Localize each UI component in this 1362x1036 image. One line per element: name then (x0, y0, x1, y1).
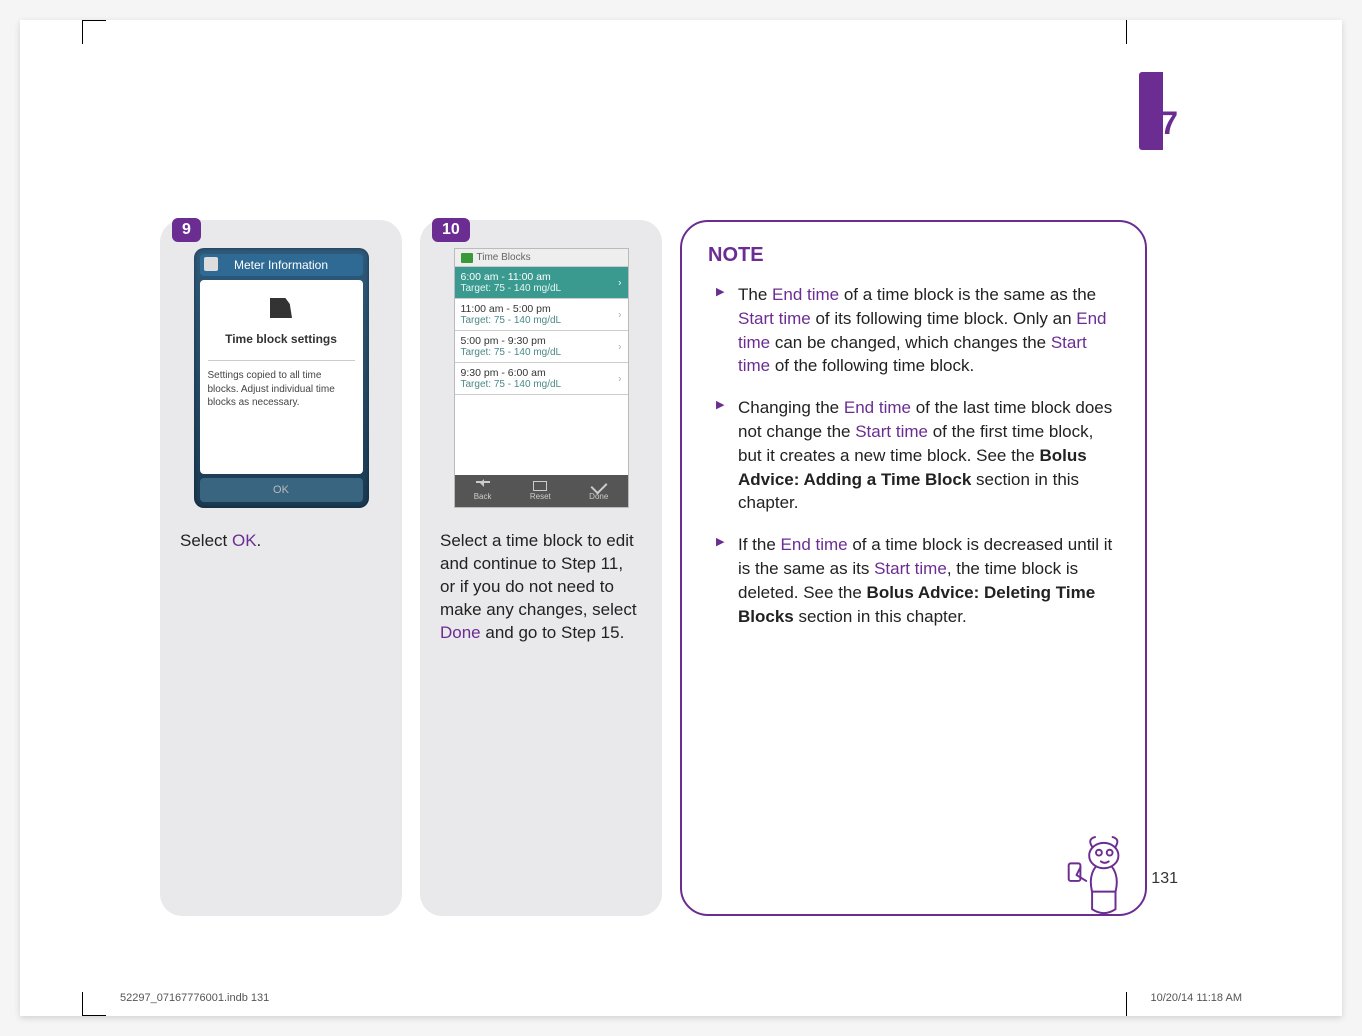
note-text: of a time block is the same as the (839, 285, 1096, 304)
screenshot-title: Time block settings (225, 332, 337, 346)
time-block-row: 11:00 am - 5:00 pm Target: 75 - 140 mg/d… (455, 299, 628, 331)
screenshot-header-text: Meter Information (234, 258, 328, 272)
screenshot-header: Meter Information (200, 254, 363, 276)
time-range: 6:00 am - 11:00 am (461, 271, 622, 283)
caption-text: Select a time block to edit and continue… (440, 531, 637, 619)
content-row: 9 Meter Information Time block settings … (160, 220, 1147, 916)
screenshot-title: Time Blocks (477, 252, 531, 263)
note-item: If the End time of a time block is decre… (708, 533, 1119, 628)
note-highlight: Start time (855, 422, 928, 441)
reset-icon (533, 481, 547, 491)
chapter-number: 7 (1160, 105, 1178, 142)
step-caption: Select a time block to edit and continue… (440, 530, 642, 645)
time-range: 5:00 pm - 9:30 pm (461, 335, 622, 347)
reset-label: Reset (530, 492, 551, 501)
time-block-row: 6:00 am - 11:00 am Target: 75 - 140 mg/d… (455, 267, 628, 299)
footer-file: 52297_07167776001.indb 131 (120, 992, 269, 1004)
step-badge: 10 (432, 218, 470, 242)
screenshot-titlebar: Time Blocks (455, 249, 628, 267)
target-value: Target: 75 - 140 mg/dL (461, 379, 622, 390)
step-card-10: 10 Time Blocks 6:00 am - 11:00 am Target… (420, 220, 662, 916)
page-number: 131 (1151, 870, 1178, 888)
ok-button: OK (200, 478, 363, 502)
caption-highlight: OK (232, 531, 257, 550)
note-highlight: End time (781, 535, 848, 554)
back-label: Back (474, 492, 492, 501)
note-text: If the (738, 535, 781, 554)
device-screenshot-time-blocks: Time Blocks 6:00 am - 11:00 am Target: 7… (454, 248, 629, 508)
back-icon (476, 481, 490, 491)
note-highlight: Start time (738, 309, 811, 328)
note-item: The End time of a time block is the same… (708, 283, 1119, 378)
time-range: 9:30 pm - 6:00 am (461, 367, 622, 379)
page-icon (204, 257, 218, 271)
caption-highlight: Done (440, 623, 481, 642)
divider (208, 360, 355, 361)
note-text: can be changed, which changes the (770, 333, 1051, 352)
note-highlight: End time (772, 285, 839, 304)
time-block-row: 9:30 pm - 6:00 am Target: 75 - 140 mg/dL… (455, 363, 628, 395)
time-range: 11:00 am - 5:00 pm (461, 303, 622, 315)
step-caption: Select OK. (180, 530, 382, 553)
footer-date: 10/20/14 11:18 AM (1150, 992, 1242, 1004)
caption-text: Select (180, 531, 232, 550)
crop-mark (1126, 20, 1127, 44)
empty-space (455, 395, 628, 475)
note-text: The (738, 285, 772, 304)
screenshot-message: Settings copied to all time blocks. Adju… (208, 369, 355, 410)
done-button: Done (589, 481, 608, 501)
target-value: Target: 75 - 140 mg/dL (461, 347, 622, 358)
time-block-row: 5:00 pm - 9:30 pm Target: 75 - 140 mg/dL… (455, 331, 628, 363)
manual-page: 7 9 Meter Information Time block setting… (20, 20, 1342, 1016)
target-value: Target: 75 - 140 mg/dL (461, 283, 622, 294)
caption-text: . (257, 531, 262, 550)
note-highlight: End time (844, 398, 911, 417)
note-highlight: Start time (874, 559, 947, 578)
note-title: NOTE (708, 244, 1119, 267)
note-box: NOTE The End time of a time block is the… (680, 220, 1147, 916)
step-card-9: 9 Meter Information Time block settings … (160, 220, 402, 916)
note-text: of the following time block. (770, 356, 974, 375)
screenshot-body: Time block settings Settings copied to a… (200, 280, 363, 474)
target-value: Target: 75 - 140 mg/dL (461, 315, 622, 326)
reset-button: Reset (530, 481, 551, 501)
step-badge: 9 (172, 218, 201, 242)
back-button: Back (474, 481, 492, 501)
device-screenshot-meter-info: Meter Information Time block settings Se… (194, 248, 369, 508)
done-label: Done (589, 492, 608, 501)
caption-text: and go to Step 15. (481, 623, 625, 642)
chevron-right-icon: › (618, 277, 621, 288)
note-item: Changing the End time of the last time b… (708, 396, 1119, 515)
note-text: section in this chapter. (794, 607, 967, 626)
app-icon (461, 253, 473, 263)
note-text: of its following time block. Only an (811, 309, 1077, 328)
chevron-right-icon: › (618, 309, 621, 320)
chevron-right-icon: › (618, 341, 621, 352)
settings-icon (270, 298, 292, 318)
screenshot-footer: Back Reset Done (455, 475, 628, 507)
note-text: Changing the (738, 398, 844, 417)
note-list: The End time of a time block is the same… (708, 283, 1119, 628)
chevron-right-icon: › (618, 373, 621, 384)
mascot-illustration (1057, 834, 1135, 922)
crop-mark (82, 20, 106, 44)
